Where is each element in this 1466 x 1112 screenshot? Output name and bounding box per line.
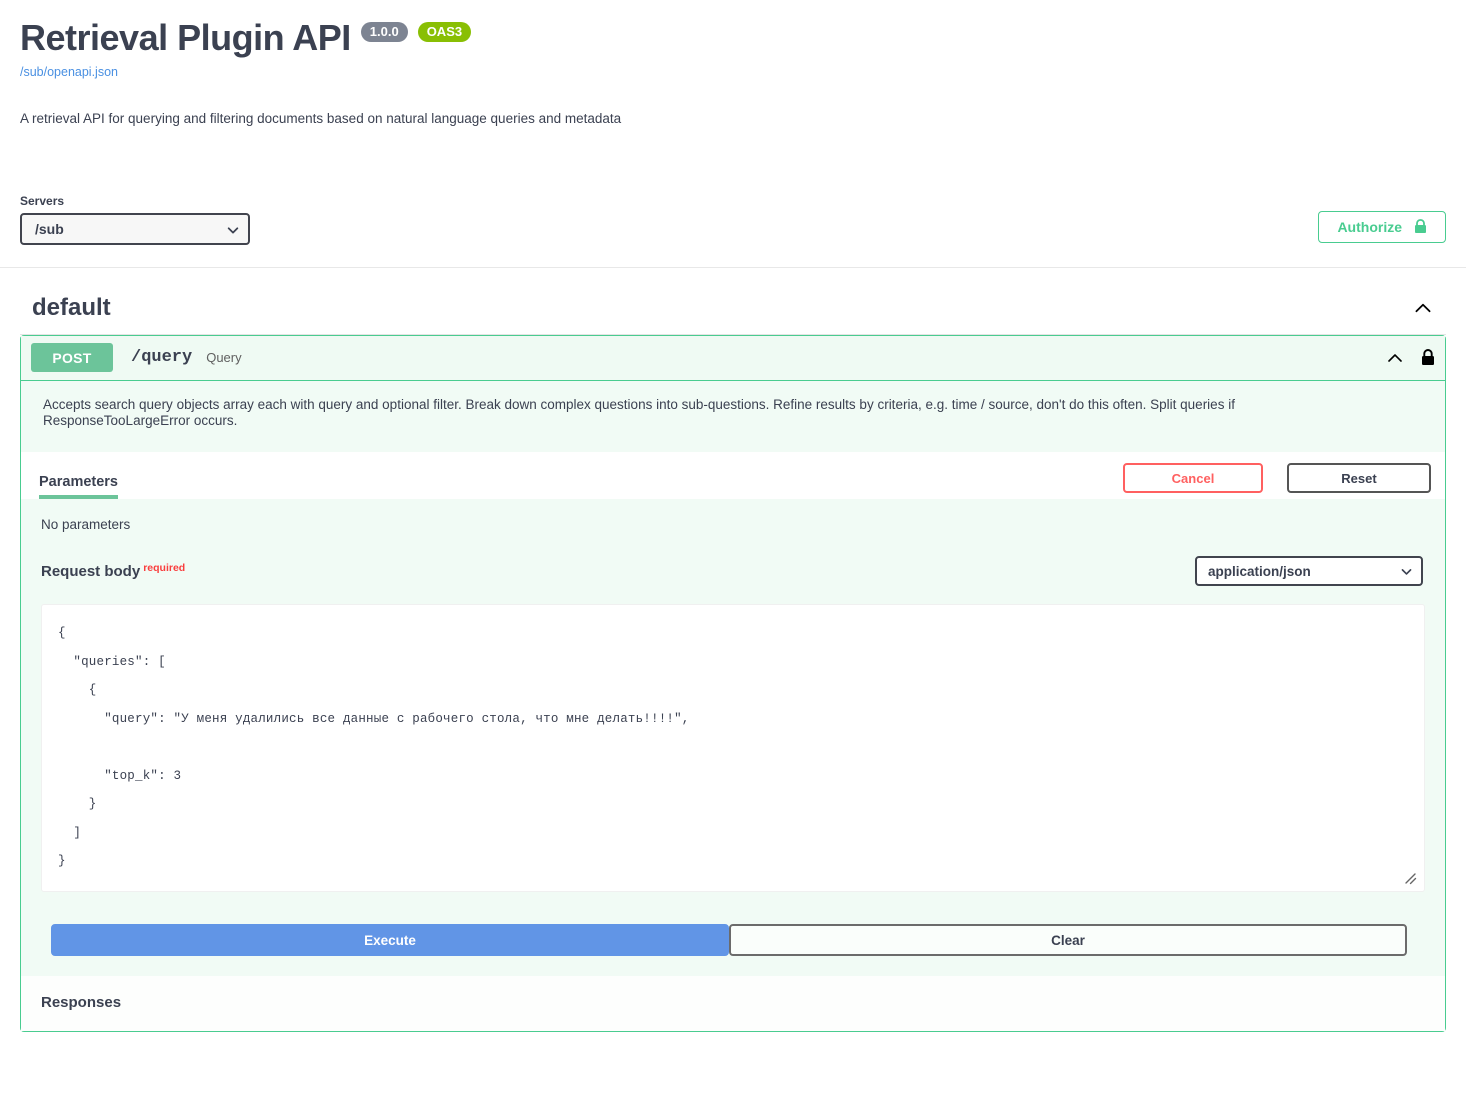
- authorize-button-label: Authorize: [1337, 218, 1402, 235]
- request-body-editor[interactable]: { "queries": [ { "query": "У меня удалил…: [41, 604, 1425, 893]
- reset-button[interactable]: Reset: [1287, 463, 1431, 494]
- lock-closed-icon: [1414, 219, 1427, 234]
- authorize-button[interactable]: Authorize: [1318, 210, 1446, 243]
- operation-summary: Query: [206, 350, 242, 366]
- try-it-out-controls: Cancel Reset: [1123, 463, 1431, 499]
- version-badge: 1.0.0: [360, 21, 408, 42]
- responses-title: Responses: [41, 994, 122, 1012]
- request-body-label: Request body required: [41, 561, 186, 580]
- chevron-up-icon[interactable]: [1385, 348, 1405, 368]
- tab-parameters[interactable]: Parameters: [39, 474, 118, 500]
- execute-actions-row: Execute Clear: [21, 892, 1445, 976]
- tag-header[interactable]: default: [20, 284, 1446, 335]
- request-body-editor-wrap: { "queries": [ { "query": "У меня удалил…: [21, 596, 1445, 893]
- execute-button[interactable]: Execute: [51, 924, 729, 957]
- no-parameters-text: No parameters: [41, 517, 131, 533]
- required-marker: required: [143, 561, 186, 574]
- opblock-tabs-row: Parameters Cancel Reset: [21, 452, 1445, 500]
- chevron-down-icon: [226, 223, 239, 235]
- chevron-up-icon[interactable]: [1412, 297, 1434, 319]
- chevron-down-icon: [1400, 565, 1412, 577]
- request-body-value[interactable]: { "queries": [ { "query": "У меня удалил…: [58, 619, 1408, 876]
- servers-select[interactable]: /sub: [20, 212, 250, 245]
- openapi-spec-link[interactable]: /sub/openapi.json: [20, 65, 118, 79]
- request-body-title: Request body: [41, 562, 141, 580]
- request-body-row: Request body required application/json: [21, 548, 1445, 596]
- servers-bar: Servers /sub Authorize: [0, 194, 1466, 268]
- operation-description: Accepts search query objects array each …: [43, 396, 1235, 429]
- authorize-block: Authorize: [1318, 210, 1446, 245]
- resize-grip-icon[interactable]: [1402, 870, 1418, 886]
- tag-name: default: [32, 293, 111, 321]
- swagger-ui-page: Retrieval Plugin API 1.0.0 OAS3 /sub/ope…: [0, 0, 1466, 1112]
- cancel-button[interactable]: Cancel: [1123, 463, 1263, 494]
- api-info-block: Retrieval Plugin API 1.0.0 OAS3 /sub/ope…: [0, 0, 1466, 126]
- opblock-summary-controls: [1385, 348, 1435, 368]
- oas-badge: OAS3: [417, 21, 472, 42]
- servers-label: Servers: [20, 193, 65, 208]
- clear-button[interactable]: Clear: [729, 924, 1407, 957]
- servers-select-value: /sub: [35, 220, 64, 237]
- lock-closed-icon[interactable]: [1421, 349, 1435, 366]
- api-description: A retrieval API for querying and filteri…: [20, 110, 622, 126]
- page-title: Retrieval Plugin API: [20, 17, 351, 58]
- servers-block: Servers /sub: [20, 194, 250, 245]
- responses-section: Responses: [21, 976, 1445, 1032]
- opblock-post-query: POST /query Query Accepts search query o…: [20, 334, 1446, 1033]
- tag-section-default: default: [0, 268, 1466, 335]
- content-type-value: application/json: [1208, 563, 1311, 579]
- api-title-row: Retrieval Plugin API 1.0.0 OAS3: [20, 18, 1446, 58]
- opblock-summary[interactable]: POST /query Query: [21, 335, 1445, 381]
- http-method-badge: POST: [31, 343, 113, 373]
- content-type-select[interactable]: application/json: [1195, 556, 1423, 587]
- operation-path: /query: [131, 348, 193, 368]
